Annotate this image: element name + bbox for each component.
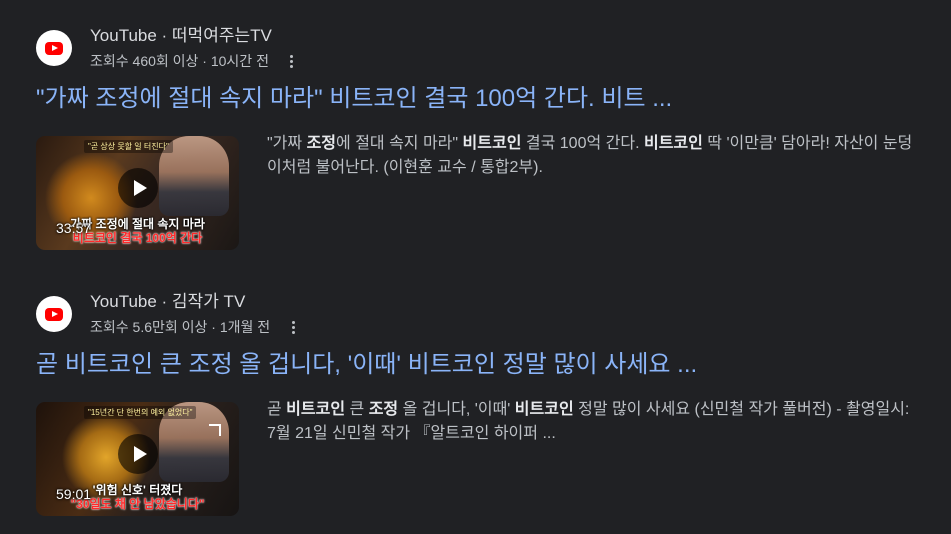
video-thumbnail[interactable]: "15년간 단 한번의 예외 없었다" '위험 신호' 터졌다 "30일도 채 … <box>36 402 239 516</box>
result-body: "15년간 단 한번의 예외 없었다" '위험 신호' 터졌다 "30일도 채 … <box>36 401 936 516</box>
source-row: YouTube · 김작가 TV 조회수 5.6만회 이상 · 1개월 전 <box>36 292 936 340</box>
snippet-text: 에 절대 속지 마라" <box>336 135 463 152</box>
youtube-favicon-icon[interactable] <box>36 30 72 66</box>
video-result: YouTube · 떠먹여주는TV 조회수 460회 이상 · 10시간 전 "… <box>36 26 936 250</box>
snippet-keyword: 조정 <box>306 135 337 152</box>
snippet-text: 올 겁니다, '이때' <box>398 401 515 418</box>
video-duration: 33:57 <box>56 220 92 236</box>
meta-row: 조회수 460회 이상 · 10시간 전 <box>90 51 299 71</box>
play-icon[interactable] <box>118 168 158 208</box>
source-row: YouTube · 떠먹여주는TV 조회수 460회 이상 · 10시간 전 <box>36 26 936 74</box>
snippet-text: 곧 <box>267 401 287 418</box>
result-snippet: 곧 비트코인 큰 조정 올 겁니다, '이때' 비트코인 정말 많이 사세요 (… <box>267 398 915 516</box>
snippet-keyword: 비트코인 <box>286 401 346 418</box>
video-thumbnail[interactable]: "곧 상상 못할 일 터진다" 가짜 조정에 절대 속지 마라 비트코인 결국 … <box>36 136 239 250</box>
source-name[interactable]: YouTube · 김작가 TV <box>90 291 300 313</box>
view-count-and-date: 조회수 460회 이상 · 10시간 전 <box>90 53 269 69</box>
source-name[interactable]: YouTube · 떠먹여주는TV <box>90 25 299 47</box>
snippet-text: "가짜 <box>267 135 307 152</box>
snippet-keyword: 비트코인 <box>514 401 574 418</box>
source-info: YouTube · 김작가 TV 조회수 5.6만회 이상 · 1개월 전 <box>90 292 300 337</box>
result-title-link[interactable]: 곧 비트코인 큰 조정 올 겁니다, '이때' 비트코인 정말 많이 사세요 .… <box>36 350 936 380</box>
more-vert-icon[interactable] <box>285 51 299 71</box>
meta-row: 조회수 5.6만회 이상 · 1개월 전 <box>90 317 300 337</box>
result-body: "곧 상상 못할 일 터진다" 가짜 조정에 절대 속지 마라 비트코인 결국 … <box>36 135 936 250</box>
snippet-text: 큰 <box>345 401 369 418</box>
play-icon[interactable] <box>118 434 158 474</box>
result-snippet: "가짜 조정에 절대 속지 마라" 비트코인 결국 100억 간다. 비트코인 … <box>267 132 915 250</box>
source-info: YouTube · 떠먹여주는TV 조회수 460회 이상 · 10시간 전 <box>90 26 299 71</box>
snippet-keyword: 비트코인 <box>643 135 703 152</box>
search-results: YouTube · 떠먹여주는TV 조회수 460회 이상 · 10시간 전 "… <box>0 0 951 534</box>
snippet-keyword: 비트코인 <box>462 135 522 152</box>
snippet-keyword: 조정 <box>368 401 399 418</box>
thumbnail-tag: "15년간 단 한번의 예외 없었다" <box>84 406 197 419</box>
youtube-logo-icon <box>45 307 63 321</box>
result-title-link[interactable]: "가짜 조정에 절대 속지 마라" 비트코인 결국 100억 간다. 비트 ..… <box>36 84 936 114</box>
video-result: YouTube · 김작가 TV 조회수 5.6만회 이상 · 1개월 전 곧 … <box>36 292 936 516</box>
more-vert-icon[interactable] <box>286 317 300 337</box>
video-duration: 59:01 <box>56 486 92 502</box>
thumbnail-tag: "곧 상상 못할 일 터진다" <box>84 140 173 153</box>
expand-icon <box>209 424 221 436</box>
snippet-text: 결국 100억 간다. <box>521 135 644 152</box>
youtube-favicon-icon[interactable] <box>36 296 72 332</box>
view-count-and-date: 조회수 5.6만회 이상 · 1개월 전 <box>90 319 271 335</box>
youtube-logo-icon <box>45 41 63 55</box>
